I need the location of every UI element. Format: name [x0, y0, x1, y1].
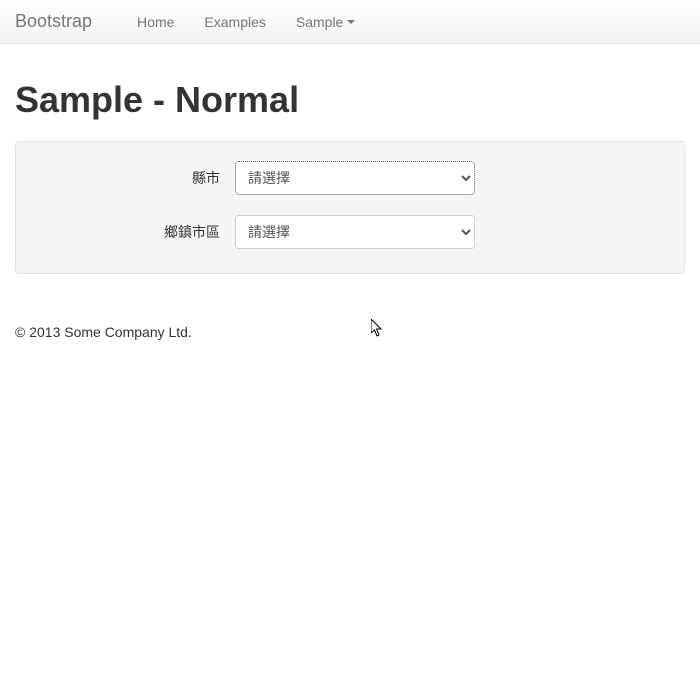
nav-item-label: Examples: [204, 14, 265, 30]
chevron-down-icon: [347, 20, 355, 24]
form-well: 縣市 請選擇 鄉鎮市區 請選擇: [15, 141, 685, 274]
copyright-text: © 2013 Some Company Ltd.: [15, 324, 685, 340]
page-title: Sample - Normal: [15, 79, 685, 121]
navbar: Bootstrap Home Examples Sample: [0, 0, 700, 44]
form-group-county: 縣市 請選擇: [35, 161, 665, 195]
main-container: Sample - Normal 縣市 請選擇 鄉鎮市區 請選擇: [0, 44, 700, 309]
nav-item-sample[interactable]: Sample: [281, 0, 370, 44]
district-select[interactable]: 請選擇: [235, 215, 475, 249]
county-select[interactable]: 請選擇: [235, 161, 475, 195]
form-group-district: 鄉鎮市區 請選擇: [35, 215, 665, 249]
nav-item-label: Home: [137, 14, 174, 30]
county-label: 縣市: [35, 168, 235, 188]
navbar-brand[interactable]: Bootstrap: [15, 11, 122, 32]
district-label: 鄉鎮市區: [35, 222, 235, 242]
nav-item-label: Sample: [296, 14, 343, 30]
nav-item-examples[interactable]: Examples: [189, 0, 280, 44]
footer: © 2013 Some Company Ltd.: [0, 309, 700, 355]
nav-item-home[interactable]: Home: [122, 0, 189, 44]
